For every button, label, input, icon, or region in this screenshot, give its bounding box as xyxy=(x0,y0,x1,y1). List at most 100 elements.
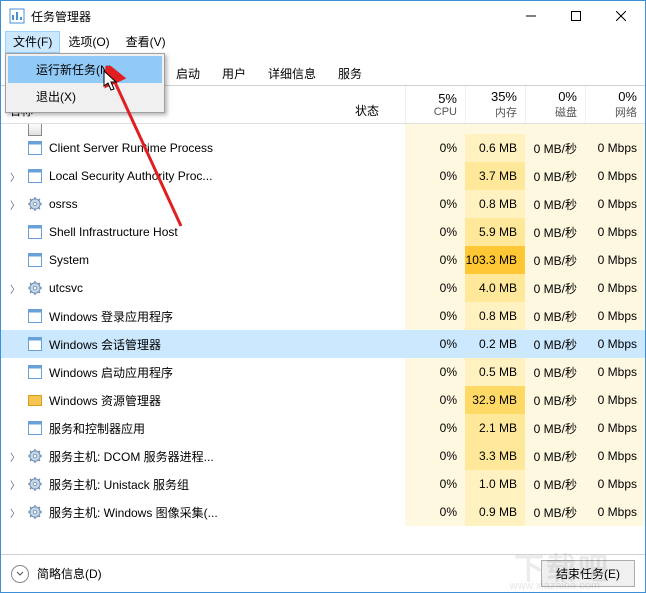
col-memory[interactable]: 35%内存 xyxy=(465,86,525,123)
process-name: Windows 资源管理器 xyxy=(49,392,161,409)
cell-disk: 0 MB/秒 xyxy=(525,414,585,442)
menu-file[interactable]: 文件(F) xyxy=(5,31,60,53)
process-icon xyxy=(27,364,43,380)
cell-network: 0 Mbps xyxy=(585,190,645,218)
process-name: 服务和控制器应用 xyxy=(49,420,145,437)
cell-cpu: 0% xyxy=(405,498,465,526)
process-icon xyxy=(27,168,43,184)
cell-cpu: 0% xyxy=(405,442,465,470)
cell-network: 0 Mbps xyxy=(585,442,645,470)
col-cpu[interactable]: 5%CPU xyxy=(405,86,465,123)
cell-disk: 0 MB/秒 xyxy=(525,246,585,274)
menu-run-new-task[interactable]: 运行新任务(N) xyxy=(8,56,162,83)
cell-memory: 0.8 MB xyxy=(465,190,525,218)
expand-icon[interactable]: 〉 xyxy=(9,505,21,520)
cell-disk: 0 MB/秒 xyxy=(525,162,585,190)
tab-startup[interactable]: 启动 xyxy=(165,60,211,86)
process-icon xyxy=(27,420,43,436)
cell-disk: 0 MB/秒 xyxy=(525,302,585,330)
titlebar[interactable]: 任务管理器 xyxy=(1,1,645,31)
table-row[interactable]: 〉 服务主机: DCOM 服务器进程... 0%3.3 MB0 MB/秒0 Mbps xyxy=(1,442,645,470)
process-name: osrss xyxy=(49,197,78,211)
process-icon xyxy=(27,476,43,492)
table-row[interactable]: 〉utcsvc0%4.0 MB0 MB/秒0 Mbps xyxy=(1,274,645,302)
cell-disk: 0 MB/秒 xyxy=(525,386,585,414)
cell-disk: 0 MB/秒 xyxy=(525,274,585,302)
process-name: Shell Infrastructure Host xyxy=(49,225,178,239)
cell-memory: 0.5 MB xyxy=(465,358,525,386)
process-name: 服务主机: Unistack 服务组 xyxy=(49,476,189,493)
process-name: Windows 启动应用程序 xyxy=(49,364,173,381)
cell-cpu: 0% xyxy=(405,358,465,386)
cell-cpu: 0% xyxy=(405,386,465,414)
table-row[interactable]: Windows 登录应用程序0%0.8 MB0 MB/秒0 Mbps xyxy=(1,302,645,330)
col-status[interactable]: 状态 xyxy=(349,86,405,123)
cell-network: 0 Mbps xyxy=(585,218,645,246)
process-name: utcsvc xyxy=(49,281,83,295)
process-name: Windows 会话管理器 xyxy=(49,336,161,353)
expand-icon[interactable]: 〉 xyxy=(9,449,21,464)
cell-network: 0 Mbps xyxy=(585,470,645,498)
cell-cpu: 0% xyxy=(405,274,465,302)
cell-memory: 4.0 MB xyxy=(465,274,525,302)
end-task-button[interactable]: 结束任务(E) xyxy=(541,560,635,587)
table-row[interactable]: Windows 启动应用程序 0%0.5 MB0 MB/秒0 Mbps xyxy=(1,358,645,386)
cell-cpu: 0% xyxy=(405,162,465,190)
process-icon xyxy=(27,392,43,408)
process-list[interactable]: Client Server Runtime Process0%0.6 MB0 M… xyxy=(1,124,645,554)
table-row[interactable]: Shell Infrastructure Host0%5.9 MB0 MB/秒0… xyxy=(1,218,645,246)
cell-network: 0 Mbps xyxy=(585,414,645,442)
chevron-down-icon[interactable] xyxy=(11,565,29,583)
close-button[interactable] xyxy=(598,2,643,30)
fewer-details[interactable]: 简略信息(D) xyxy=(37,565,533,582)
process-icon xyxy=(27,252,43,268)
tab-details[interactable]: 详细信息 xyxy=(257,60,327,86)
expand-icon[interactable]: 〉 xyxy=(9,197,21,212)
process-name: 服务主机: DCOM 服务器进程... xyxy=(49,448,214,465)
table-row[interactable]: Windows 资源管理器0%32.9 MB0 MB/秒0 Mbps xyxy=(1,386,645,414)
task-manager-window: 任务管理器 文件(F) 选项(O) 查看(V) 运行新任务(N) 退出(X) 启… xyxy=(0,0,646,593)
process-icon xyxy=(27,308,43,324)
cell-disk: 0 MB/秒 xyxy=(525,330,585,358)
cell-network: 0 Mbps xyxy=(585,302,645,330)
table-row[interactable]: 〉Local Security Authority Proc...0%3.7 M… xyxy=(1,162,645,190)
partial-row xyxy=(1,124,645,134)
menu-view[interactable]: 查看(V) xyxy=(118,31,174,53)
process-name: 服务主机: Windows 图像采集(... xyxy=(49,504,218,521)
cell-disk: 0 MB/秒 xyxy=(525,470,585,498)
cell-disk: 0 MB/秒 xyxy=(525,358,585,386)
table-row[interactable]: Windows 会话管理器0%0.2 MB0 MB/秒0 Mbps xyxy=(1,330,645,358)
table-row[interactable]: 〉服务主机: Unistack 服务组0%1.0 MB0 MB/秒0 Mbps xyxy=(1,470,645,498)
cell-memory: 2.1 MB xyxy=(465,414,525,442)
cell-disk: 0 MB/秒 xyxy=(525,442,585,470)
table-row[interactable]: 服务和控制器应用 0%2.1 MB0 MB/秒0 Mbps xyxy=(1,414,645,442)
cell-network: 0 Mbps xyxy=(585,386,645,414)
tab-services[interactable]: 服务 xyxy=(327,60,373,86)
col-network[interactable]: 0%网络 xyxy=(585,86,645,123)
cell-disk: 0 MB/秒 xyxy=(525,190,585,218)
cell-cpu: 0% xyxy=(405,330,465,358)
table-row[interactable]: 〉服务主机: Windows 图像采集(...0%0.9 MB0 MB/秒0 M… xyxy=(1,498,645,526)
menu-options[interactable]: 选项(O) xyxy=(60,31,117,53)
expand-icon[interactable]: 〉 xyxy=(9,281,21,296)
cell-memory: 3.3 MB xyxy=(465,442,525,470)
menu-exit[interactable]: 退出(X) xyxy=(8,83,162,110)
table-row[interactable]: Client Server Runtime Process0%0.6 MB0 M… xyxy=(1,134,645,162)
col-disk[interactable]: 0%磁盘 xyxy=(525,86,585,123)
cell-cpu: 0% xyxy=(405,134,465,162)
minimize-button[interactable] xyxy=(508,2,553,30)
maximize-button[interactable] xyxy=(553,2,598,30)
expand-icon[interactable]: 〉 xyxy=(9,169,21,184)
cell-memory: 5.9 MB xyxy=(465,218,525,246)
cell-network: 0 Mbps xyxy=(585,358,645,386)
cell-cpu: 0% xyxy=(405,414,465,442)
tab-users[interactable]: 用户 xyxy=(211,60,257,86)
process-icon xyxy=(27,140,43,156)
footer: 简略信息(D) 结束任务(E) xyxy=(1,554,645,592)
cell-network: 0 Mbps xyxy=(585,498,645,526)
process-name: System xyxy=(49,253,89,267)
expand-icon[interactable]: 〉 xyxy=(9,477,21,492)
process-icon xyxy=(27,336,43,352)
table-row[interactable]: System0%103.3 MB0 MB/秒0 Mbps xyxy=(1,246,645,274)
table-row[interactable]: 〉osrss0%0.8 MB0 MB/秒0 Mbps xyxy=(1,190,645,218)
